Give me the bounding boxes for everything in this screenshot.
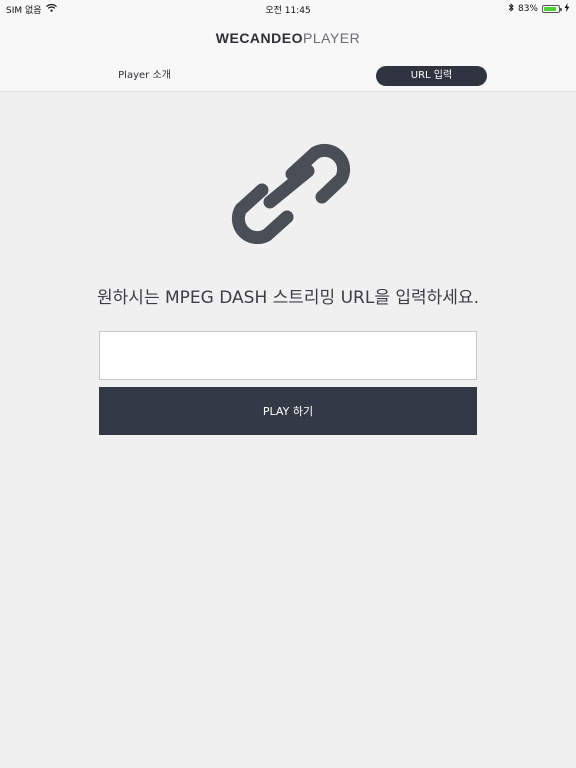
app-logo: WECANDEOPLAYER (0, 30, 576, 46)
bluetooth-icon (508, 3, 514, 15)
charging-icon (564, 3, 570, 15)
logo-sub-text: PLAYER (303, 30, 361, 46)
instruction-headline: 원하시는 MPEG DASH 스트리밍 URL을 입력하세요. (97, 288, 479, 308)
tab-url-input[interactable]: URL 입력 (376, 66, 487, 86)
battery-percent: 83% (517, 4, 538, 14)
url-input[interactable] (99, 331, 477, 380)
status-time: 오전 11:45 (265, 6, 311, 16)
logo-main-text: WECANDEO (215, 30, 303, 46)
battery-tip (560, 8, 562, 11)
app-header: WECANDEOPLAYER (0, 18, 576, 60)
tab-bar: Player 소개 URL 입력 (0, 60, 576, 92)
status-right: 83% (508, 3, 570, 15)
status-bar: SIM 없음 오전 11:45 83% (0, 0, 576, 18)
tab-player-intro[interactable]: Player 소개 (89, 66, 200, 86)
play-button[interactable]: PLAY 하기 (99, 387, 477, 435)
link-icon (220, 140, 360, 245)
battery-fill (544, 7, 556, 11)
battery-icon (542, 5, 562, 13)
